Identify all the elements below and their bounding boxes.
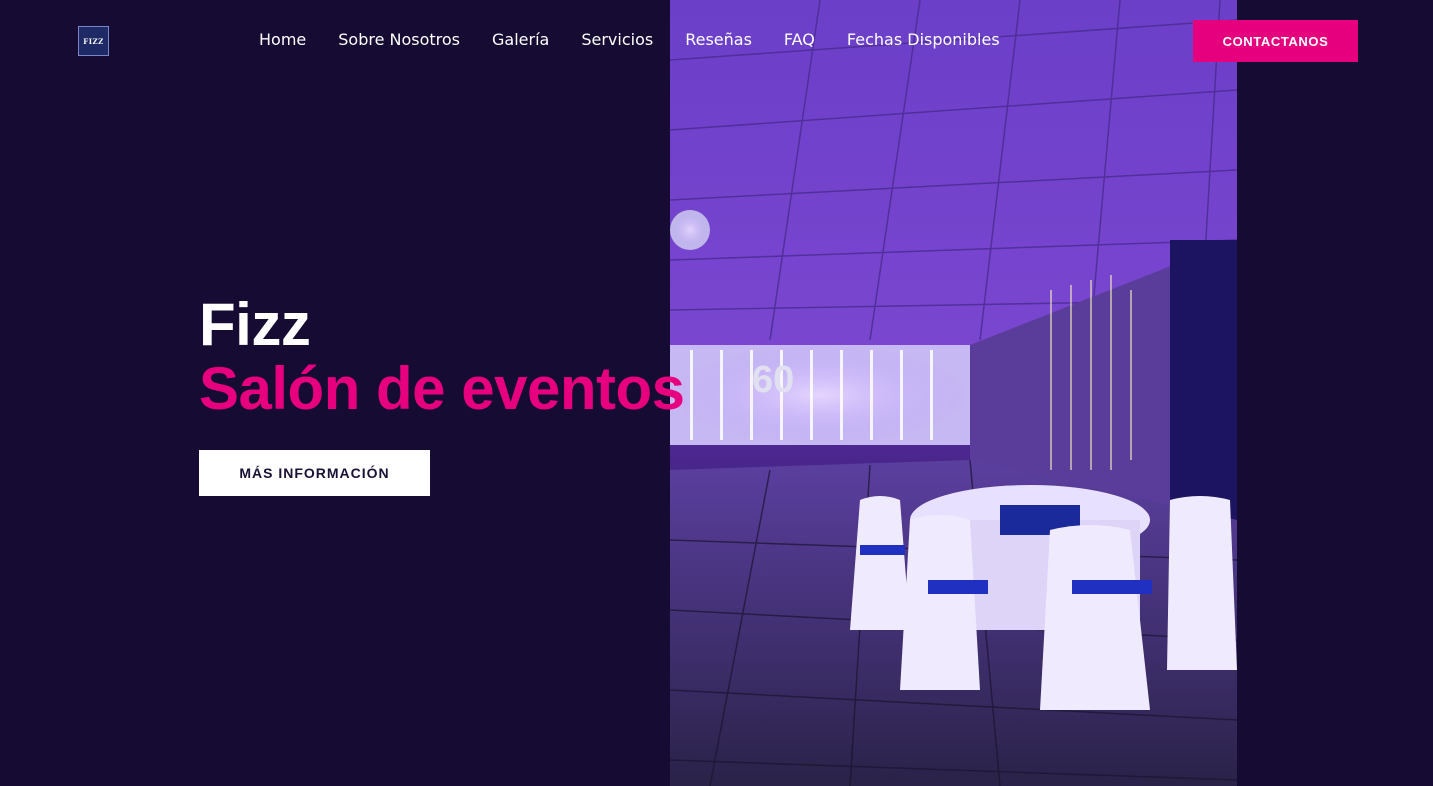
contact-button[interactable]: CONTACTANOS xyxy=(1193,20,1358,62)
nav-item-galeria[interactable]: Galería xyxy=(492,30,549,49)
brand-logo[interactable]: FIZZ xyxy=(78,26,109,56)
hero-title: Fizz xyxy=(199,291,311,358)
nav-item-servicios[interactable]: Servicios xyxy=(581,30,653,49)
nav-item-resenas[interactable]: Reseñas xyxy=(685,30,752,49)
nav-item-home[interactable]: Home xyxy=(259,30,306,49)
hero-event-photo: 60 xyxy=(670,0,1237,786)
nav-item-sobre-nosotros[interactable]: Sobre Nosotros xyxy=(338,30,460,49)
nav-item-fechas-disponibles[interactable]: Fechas Disponibles xyxy=(847,30,1000,49)
more-info-button[interactable]: MÁS INFORMACIÓN xyxy=(199,450,430,496)
nav-item-faq[interactable]: FAQ xyxy=(784,30,815,49)
main-navigation: Home Sobre Nosotros Galería Servicios Re… xyxy=(259,30,1000,49)
hero-subtitle: Salón de eventos xyxy=(199,355,685,422)
event-hall-illustration: 60 xyxy=(670,0,1237,786)
balloon-number: 60 xyxy=(752,359,794,401)
logo-text: FIZZ xyxy=(83,36,104,46)
